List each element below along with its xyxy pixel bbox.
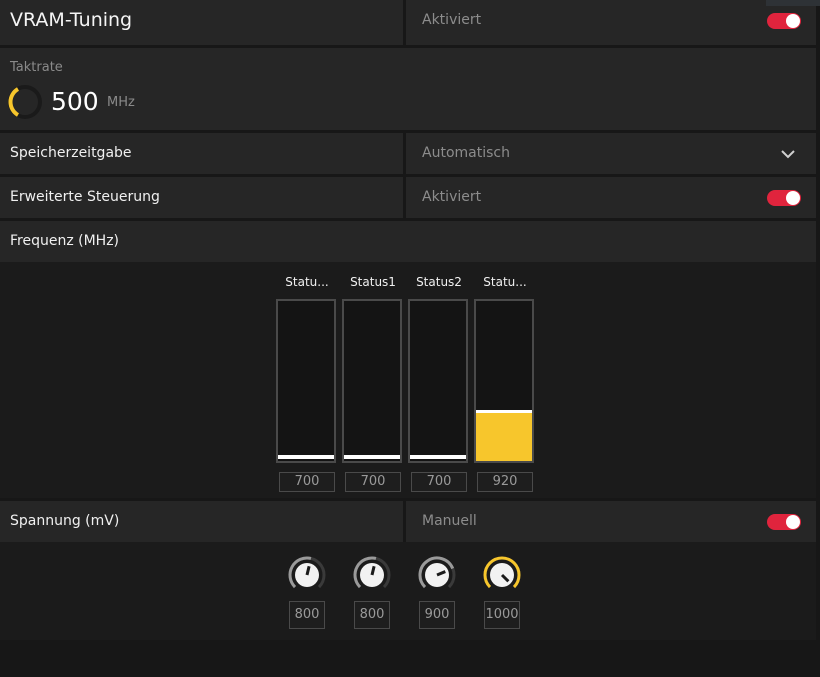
voltage-value-2[interactable]: 900: [419, 601, 455, 629]
frequency-label: Frequenz (MHz): [10, 233, 120, 249]
knob-dial-icon: [288, 556, 326, 589]
voltage-knobs-area: [0, 542, 816, 640]
clock-value[interactable]: 500: [51, 87, 99, 116]
state-slider-2[interactable]: [408, 299, 468, 463]
voltage-toggle[interactable]: [767, 514, 801, 530]
frequency-panel: [0, 221, 816, 262]
window-corner-icon: [766, 0, 820, 6]
toggle-knob: [786, 191, 800, 205]
state-fill-3[interactable]: [476, 410, 532, 461]
state-slider-0[interactable]: [276, 299, 336, 463]
voltage-mode: Manuell: [422, 513, 477, 529]
voltage-value-0[interactable]: 800: [289, 601, 325, 629]
clock-unit: MHz: [107, 95, 135, 110]
knob-dial-icon: [418, 556, 456, 589]
knob-dial-icon: [483, 556, 521, 589]
clock-panel: [0, 48, 816, 130]
voltage-label: Spannung (mV): [10, 513, 120, 529]
voltage-value-3[interactable]: 1000: [484, 601, 520, 629]
advanced-control-status: Aktiviert: [422, 189, 482, 205]
voltage-knob-0[interactable]: [287, 555, 327, 595]
voltage-knob-3[interactable]: [482, 555, 522, 595]
state-slider-3[interactable]: [474, 299, 534, 463]
state-value-1[interactable]: 700: [345, 472, 401, 492]
advanced-control-toggle[interactable]: [767, 190, 801, 206]
state-title-3: Statu...: [483, 275, 527, 289]
voltage-value-1[interactable]: 800: [354, 601, 390, 629]
memory-timing-label: Speicherzeitgabe: [10, 145, 132, 161]
state-title-1: Status1: [350, 275, 396, 289]
state-value-2[interactable]: 700: [411, 472, 467, 492]
advanced-control-label: Erweiterte Steuerung: [10, 189, 160, 205]
memory-timing-value: Automatisch: [422, 145, 510, 161]
knob-dial-icon: [353, 556, 391, 589]
state-fill-2[interactable]: [410, 455, 466, 459]
vram-tuning-status: Aktiviert: [422, 12, 482, 28]
toggle-knob: [786, 515, 800, 529]
state-title-2: Status2: [416, 275, 462, 289]
clock-dial-icon[interactable]: [7, 84, 43, 120]
voltage-knob-1[interactable]: [352, 555, 392, 595]
page-title: VRAM-Tuning: [10, 9, 133, 31]
chevron-down-icon: [781, 150, 795, 159]
state-value-0[interactable]: 700: [279, 472, 335, 492]
voltage-knob-2[interactable]: [417, 555, 457, 595]
vram-tuning-toggle[interactable]: [767, 13, 801, 29]
clock-label: Taktrate: [10, 60, 63, 75]
toggle-knob: [786, 14, 800, 28]
state-title-0: Statu...: [285, 275, 329, 289]
state-slider-1[interactable]: [342, 299, 402, 463]
state-value-3[interactable]: 920: [477, 472, 533, 492]
state-fill-0[interactable]: [278, 455, 334, 459]
state-fill-1[interactable]: [344, 455, 400, 459]
